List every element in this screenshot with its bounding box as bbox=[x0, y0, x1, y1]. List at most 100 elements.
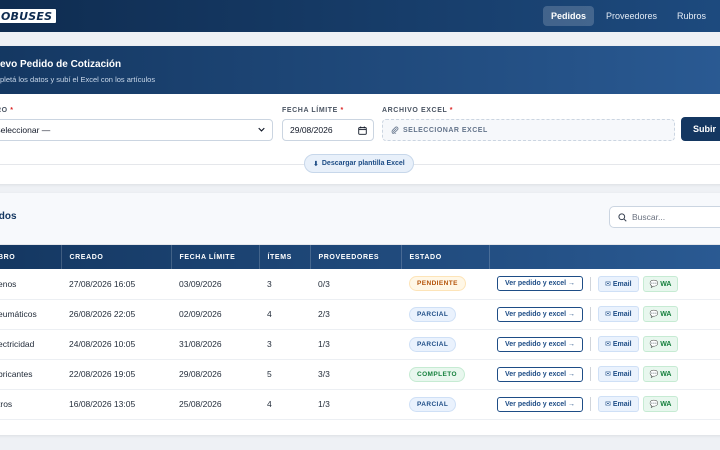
cell-creado: 24/08/2026 10:05 bbox=[61, 329, 171, 360]
cell-items: 4 bbox=[259, 299, 310, 330]
paperclip-icon bbox=[391, 126, 399, 134]
nav-item-rubros[interactable]: Rubros bbox=[669, 6, 714, 26]
calendar-icon[interactable] bbox=[358, 126, 367, 135]
email-button[interactable]: ✉ Email bbox=[598, 275, 639, 292]
rubro-select[interactable]: Seleccionar — bbox=[0, 119, 273, 141]
cell-rubro: enos bbox=[0, 269, 61, 300]
cell-estado: PARCIAL bbox=[401, 329, 489, 360]
table-row: eumáticos 26/08/2026 22:05 02/09/2026 4 2/3 P… bbox=[0, 299, 720, 330]
cell-estado: PARCIAL bbox=[401, 389, 489, 420]
chevron-down-icon bbox=[258, 127, 265, 132]
submit-button[interactable]: Subir → bbox=[681, 117, 720, 141]
excel-file-placeholder: SELECCIONAR EXCEL bbox=[403, 126, 488, 134]
search-input[interactable]: Buscar... bbox=[609, 206, 720, 228]
row-actions: Ver pedido y excel → ✉ Email 💬 WA bbox=[497, 306, 720, 322]
orders-table: BRO CREADO FECHA LÍMITE ÍTEMS PROVEEDORE… bbox=[0, 245, 720, 420]
col-header-rubro[interactable]: BRO bbox=[0, 245, 62, 269]
orders-list-title: idos bbox=[0, 211, 17, 222]
view-order-button[interactable]: Ver pedido y excel → bbox=[497, 306, 584, 322]
actions-divider bbox=[590, 397, 592, 411]
new-order-card: evo Pedido de Cotización pletá los datos… bbox=[0, 46, 720, 184]
cell-rubro: bricantes bbox=[0, 359, 61, 390]
whatsapp-button[interactable]: 💬 WA bbox=[642, 366, 679, 382]
fecha-label: FECHA LÍMITE * bbox=[282, 107, 344, 114]
download-template-button[interactable]: ⬇ Descargar plantilla Excel bbox=[304, 154, 414, 173]
cell-rubro: eumáticos bbox=[0, 299, 61, 330]
actions-divider bbox=[590, 276, 592, 291]
submit-label: Subir bbox=[693, 124, 717, 134]
cell-estado: COMPLETO bbox=[401, 359, 489, 390]
nav-item-pedidos[interactable]: Pedidos bbox=[542, 6, 594, 26]
cell-fecha-limite: 31/08/2026 bbox=[171, 329, 259, 360]
table-row: tros16/08/2026 13:0525/08/202641/3 PARCIA… bbox=[0, 389, 720, 420]
chat-bubble-icon: 💬 bbox=[649, 311, 661, 318]
table-header-row: BRO CREADO FECHA LÍMITE ÍTEMS PROVEEDORE… bbox=[0, 245, 720, 269]
cell-fecha-limite: 25/08/2026 bbox=[171, 389, 259, 420]
cell-rubro: tros bbox=[0, 389, 61, 420]
col-header-creado[interactable]: CREADO bbox=[61, 245, 172, 269]
email-button[interactable]: ✉ Email bbox=[598, 396, 639, 412]
brand-logo[interactable]: OBUSES bbox=[0, 8, 58, 24]
cell-acciones: Ver pedido y excel → ✉ Email 💬 WA bbox=[489, 359, 720, 390]
email-icon: ✉ bbox=[605, 311, 613, 318]
email-icon: ✉ bbox=[605, 371, 613, 378]
view-order-button[interactable]: Ver pedido y excel → bbox=[497, 276, 584, 292]
cell-creado: 22/08/2026 19:05 bbox=[61, 359, 171, 390]
whatsapp-button[interactable]: 💬 WA bbox=[642, 396, 679, 412]
chat-bubble-icon: 💬 bbox=[649, 341, 661, 348]
col-header-proveedores[interactable]: PROVEEDORES bbox=[310, 245, 402, 269]
email-button-label: Email bbox=[612, 371, 632, 378]
row-actions: Ver pedido y excel → ✉ Email 💬 WA bbox=[497, 396, 720, 412]
cell-proveedores: 1/3 bbox=[310, 329, 401, 360]
email-button-label: Email bbox=[612, 280, 632, 288]
cell-creado: 27/08/2026 16:05 bbox=[61, 269, 171, 300]
email-button-label: Email bbox=[612, 311, 632, 318]
rubro-label: RO * bbox=[0, 107, 14, 114]
email-button[interactable]: ✉ Email bbox=[598, 336, 639, 352]
whatsapp-button-label: WA bbox=[660, 280, 672, 288]
fecha-label-text: FECHA LÍMITE bbox=[282, 107, 338, 114]
cell-proveedores: 3/3 bbox=[310, 359, 401, 390]
nav-item-proveedores[interactable]: Proveedores bbox=[598, 6, 665, 26]
status-badge: PARCIAL bbox=[409, 336, 457, 352]
email-button-label: Email bbox=[612, 401, 632, 408]
cell-fecha-limite: 02/09/2026 bbox=[171, 299, 259, 330]
cell-fecha-limite: 03/09/2026 bbox=[171, 269, 259, 300]
cell-creado: 16/08/2026 13:05 bbox=[61, 389, 171, 420]
whatsapp-button[interactable]: 💬 WA bbox=[642, 336, 679, 352]
whatsapp-button-label: WA bbox=[660, 341, 672, 348]
whatsapp-button[interactable]: 💬 WA bbox=[642, 275, 679, 292]
view-order-button[interactable]: Ver pedido y excel → bbox=[497, 336, 584, 352]
archivo-label-text: ARCHIVO EXCEL bbox=[382, 107, 448, 114]
cell-items: 3 bbox=[259, 329, 310, 360]
whatsapp-button-label: WA bbox=[660, 311, 672, 318]
logo-text: OBUSES bbox=[1, 9, 53, 23]
status-badge: PARCIAL bbox=[409, 306, 457, 322]
table-row: bricantes 22/08/2026 19:05 29/08/2026 5 3/3 C… bbox=[0, 359, 720, 390]
search-placeholder: Buscar... bbox=[632, 212, 666, 222]
col-header-estado[interactable]: ESTADO bbox=[401, 245, 490, 269]
whatsapp-button[interactable]: 💬 WA bbox=[642, 306, 679, 322]
row-actions: Ver pedido y excel → ✉ Email 💬 WA bbox=[497, 336, 720, 352]
rubro-select-value: Seleccionar — bbox=[0, 125, 51, 135]
col-header-items[interactable]: ÍTEMS bbox=[259, 245, 311, 269]
email-button[interactable]: ✉ Email bbox=[598, 306, 639, 322]
cell-items: 3 bbox=[259, 269, 310, 300]
row-actions: Ver pedido y excel → ✉ Email 💬 WA bbox=[497, 366, 720, 382]
fecha-limite-input[interactable]: 29/08/2026 bbox=[282, 119, 374, 141]
status-badge: PENDIENTE bbox=[409, 276, 466, 292]
email-button[interactable]: ✉ Email bbox=[598, 366, 639, 382]
download-template-label: Descargar plantilla Excel bbox=[321, 160, 405, 167]
whatsapp-button-label: WA bbox=[660, 401, 672, 408]
email-icon: ✉ bbox=[605, 280, 613, 288]
cell-proveedores: 2/3 bbox=[310, 299, 401, 330]
col-header-fecha-limite[interactable]: FECHA LÍMITE bbox=[171, 245, 260, 269]
chat-bubble-icon: 💬 bbox=[649, 280, 661, 288]
col-header-acciones bbox=[489, 245, 720, 269]
view-order-button[interactable]: Ver pedido y excel → bbox=[497, 366, 584, 382]
whatsapp-button-label: WA bbox=[660, 371, 672, 378]
view-order-button[interactable]: Ver pedido y excel → bbox=[497, 396, 584, 412]
chat-bubble-icon: 💬 bbox=[649, 401, 661, 408]
excel-file-dropzone[interactable]: SELECCIONAR EXCEL bbox=[382, 119, 675, 141]
actions-divider bbox=[590, 337, 592, 351]
